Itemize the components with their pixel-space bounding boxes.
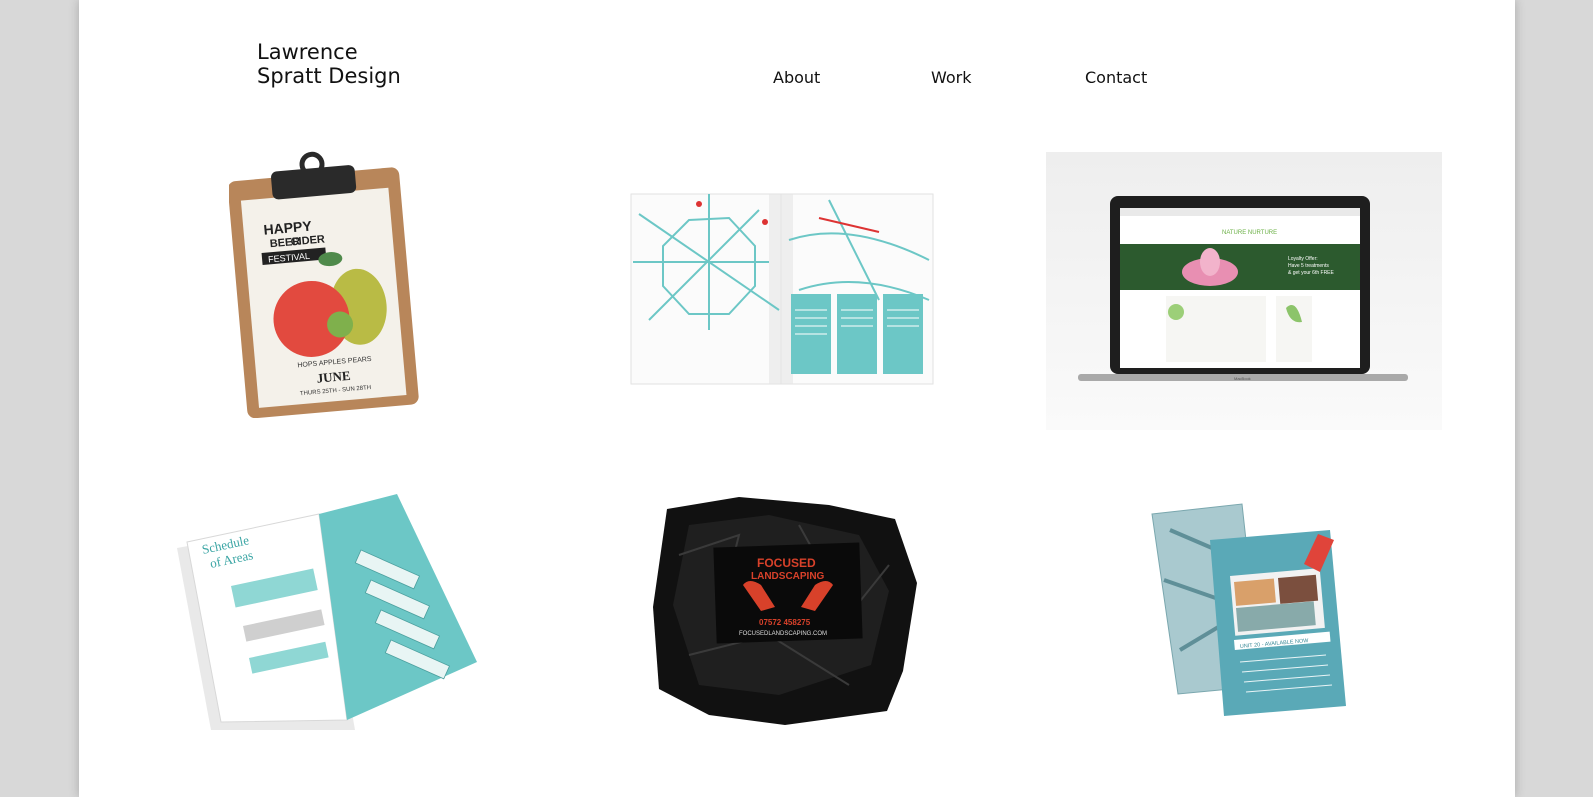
card-title-line-1: FOCUSED bbox=[757, 556, 816, 570]
site-offer-line-3: & get your 6th FREE bbox=[1288, 270, 1335, 276]
page: Lawrence Spratt Design About Work Contac… bbox=[79, 0, 1515, 797]
work-tile-route-map[interactable] bbox=[629, 190, 935, 390]
nav-contact[interactable]: Contact bbox=[1085, 68, 1147, 87]
site-offer-line-2: Have 5 treatments bbox=[1288, 263, 1329, 269]
card-url: FOCUSEDLANDSCAPING.COM bbox=[739, 631, 827, 637]
schedule-brochure-image: Schedule of Areas bbox=[177, 494, 477, 730]
work-tile-nature-nurture-website[interactable]: NATURE NURTURE Loyalty Offer: Have 5 tre… bbox=[1046, 152, 1442, 430]
nav-work[interactable]: Work bbox=[931, 68, 972, 87]
beer-festival-poster-image: HAPPY BEER CIDER FESTIVAL HOPS APPLES PE… bbox=[229, 151, 419, 418]
work-tile-focused-landscaping[interactable]: FOCUSED LANDSCAPING 07572 458275 FOCUSED… bbox=[649, 495, 921, 727]
logo-line-1: Lawrence bbox=[257, 40, 358, 64]
work-tile-beer-festival[interactable]: HAPPY BEER CIDER FESTIVAL HOPS APPLES PE… bbox=[229, 150, 429, 418]
business-card-image: FOCUSED LANDSCAPING 07572 458275 FOCUSED… bbox=[653, 497, 917, 725]
card-title-line-2: LANDSCAPING bbox=[751, 571, 825, 582]
card-phone: 07572 458275 bbox=[759, 618, 811, 627]
logo-line-2: Spratt Design bbox=[257, 64, 401, 88]
site-brand: NATURE NURTURE bbox=[1222, 230, 1277, 236]
unit-flyers-image: UNIT 20 - AVAILABLE NOW bbox=[1151, 503, 1346, 716]
poster-month: JUNE bbox=[316, 368, 351, 386]
route-map-brochure-image bbox=[630, 193, 934, 385]
laptop-website-image: NATURE NURTURE Loyalty Offer: Have 5 tre… bbox=[1078, 196, 1408, 381]
laptop-label: MacBook bbox=[1234, 376, 1251, 381]
work-tile-schedule-brochure[interactable]: Schedule of Areas bbox=[171, 490, 481, 735]
site-logo[interactable]: Lawrence Spratt Design bbox=[257, 40, 401, 88]
site-offer-line-1: Loyalty Offer: bbox=[1288, 256, 1318, 262]
work-tile-unit-flyers[interactable]: UNIT 20 - AVAILABLE NOW bbox=[1150, 500, 1352, 722]
nav-about[interactable]: About bbox=[773, 68, 820, 87]
